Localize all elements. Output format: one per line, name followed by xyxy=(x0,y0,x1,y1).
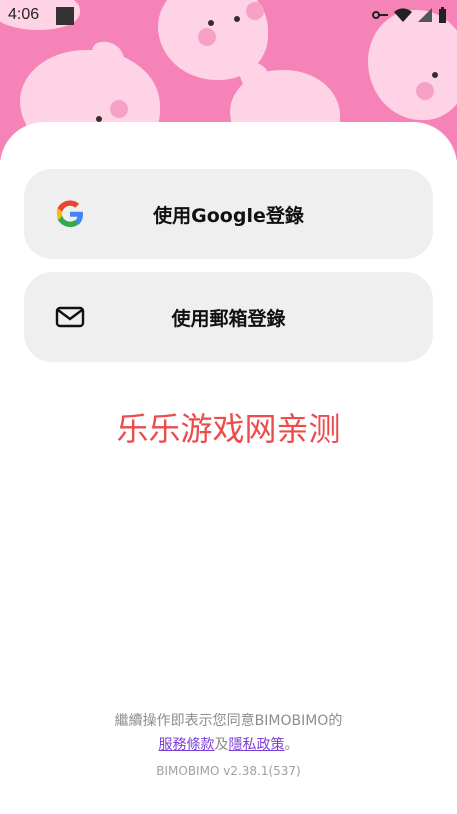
terms-notice: 繼續操作即表示您同意BIMOBIMO的 服務條款及隱私政策。 BIMOBIMO … xyxy=(0,710,457,778)
privacy-link[interactable]: 隱私政策 xyxy=(229,737,285,753)
google-login-button[interactable]: 使用Google登錄 xyxy=(24,169,433,259)
status-bar: 4:06 xyxy=(0,0,457,30)
signal-icon xyxy=(418,8,432,22)
status-icons xyxy=(372,7,447,23)
google-login-label: 使用Google登錄 xyxy=(153,204,304,227)
watermark-text: 乐乐游戏网亲测 xyxy=(116,410,341,448)
battery-icon xyxy=(439,7,446,23)
email-login-button[interactable]: 使用郵箱登錄 xyxy=(24,272,433,362)
terms-and-text: 及 xyxy=(214,737,229,753)
key-icon xyxy=(372,11,388,19)
email-login-label: 使用郵箱登錄 xyxy=(171,307,286,330)
terms-link[interactable]: 服務條款 xyxy=(159,737,215,753)
status-time: 4:06 xyxy=(8,6,40,23)
terms-end-text: 。 xyxy=(284,737,299,753)
version-text: BIMOBIMO v2.38.1(537) xyxy=(156,764,301,778)
wifi-icon xyxy=(394,8,412,22)
terms-notice-text: 繼續操作即表示您同意BIMOBIMO的 xyxy=(114,713,343,729)
notification-icon xyxy=(56,7,74,25)
